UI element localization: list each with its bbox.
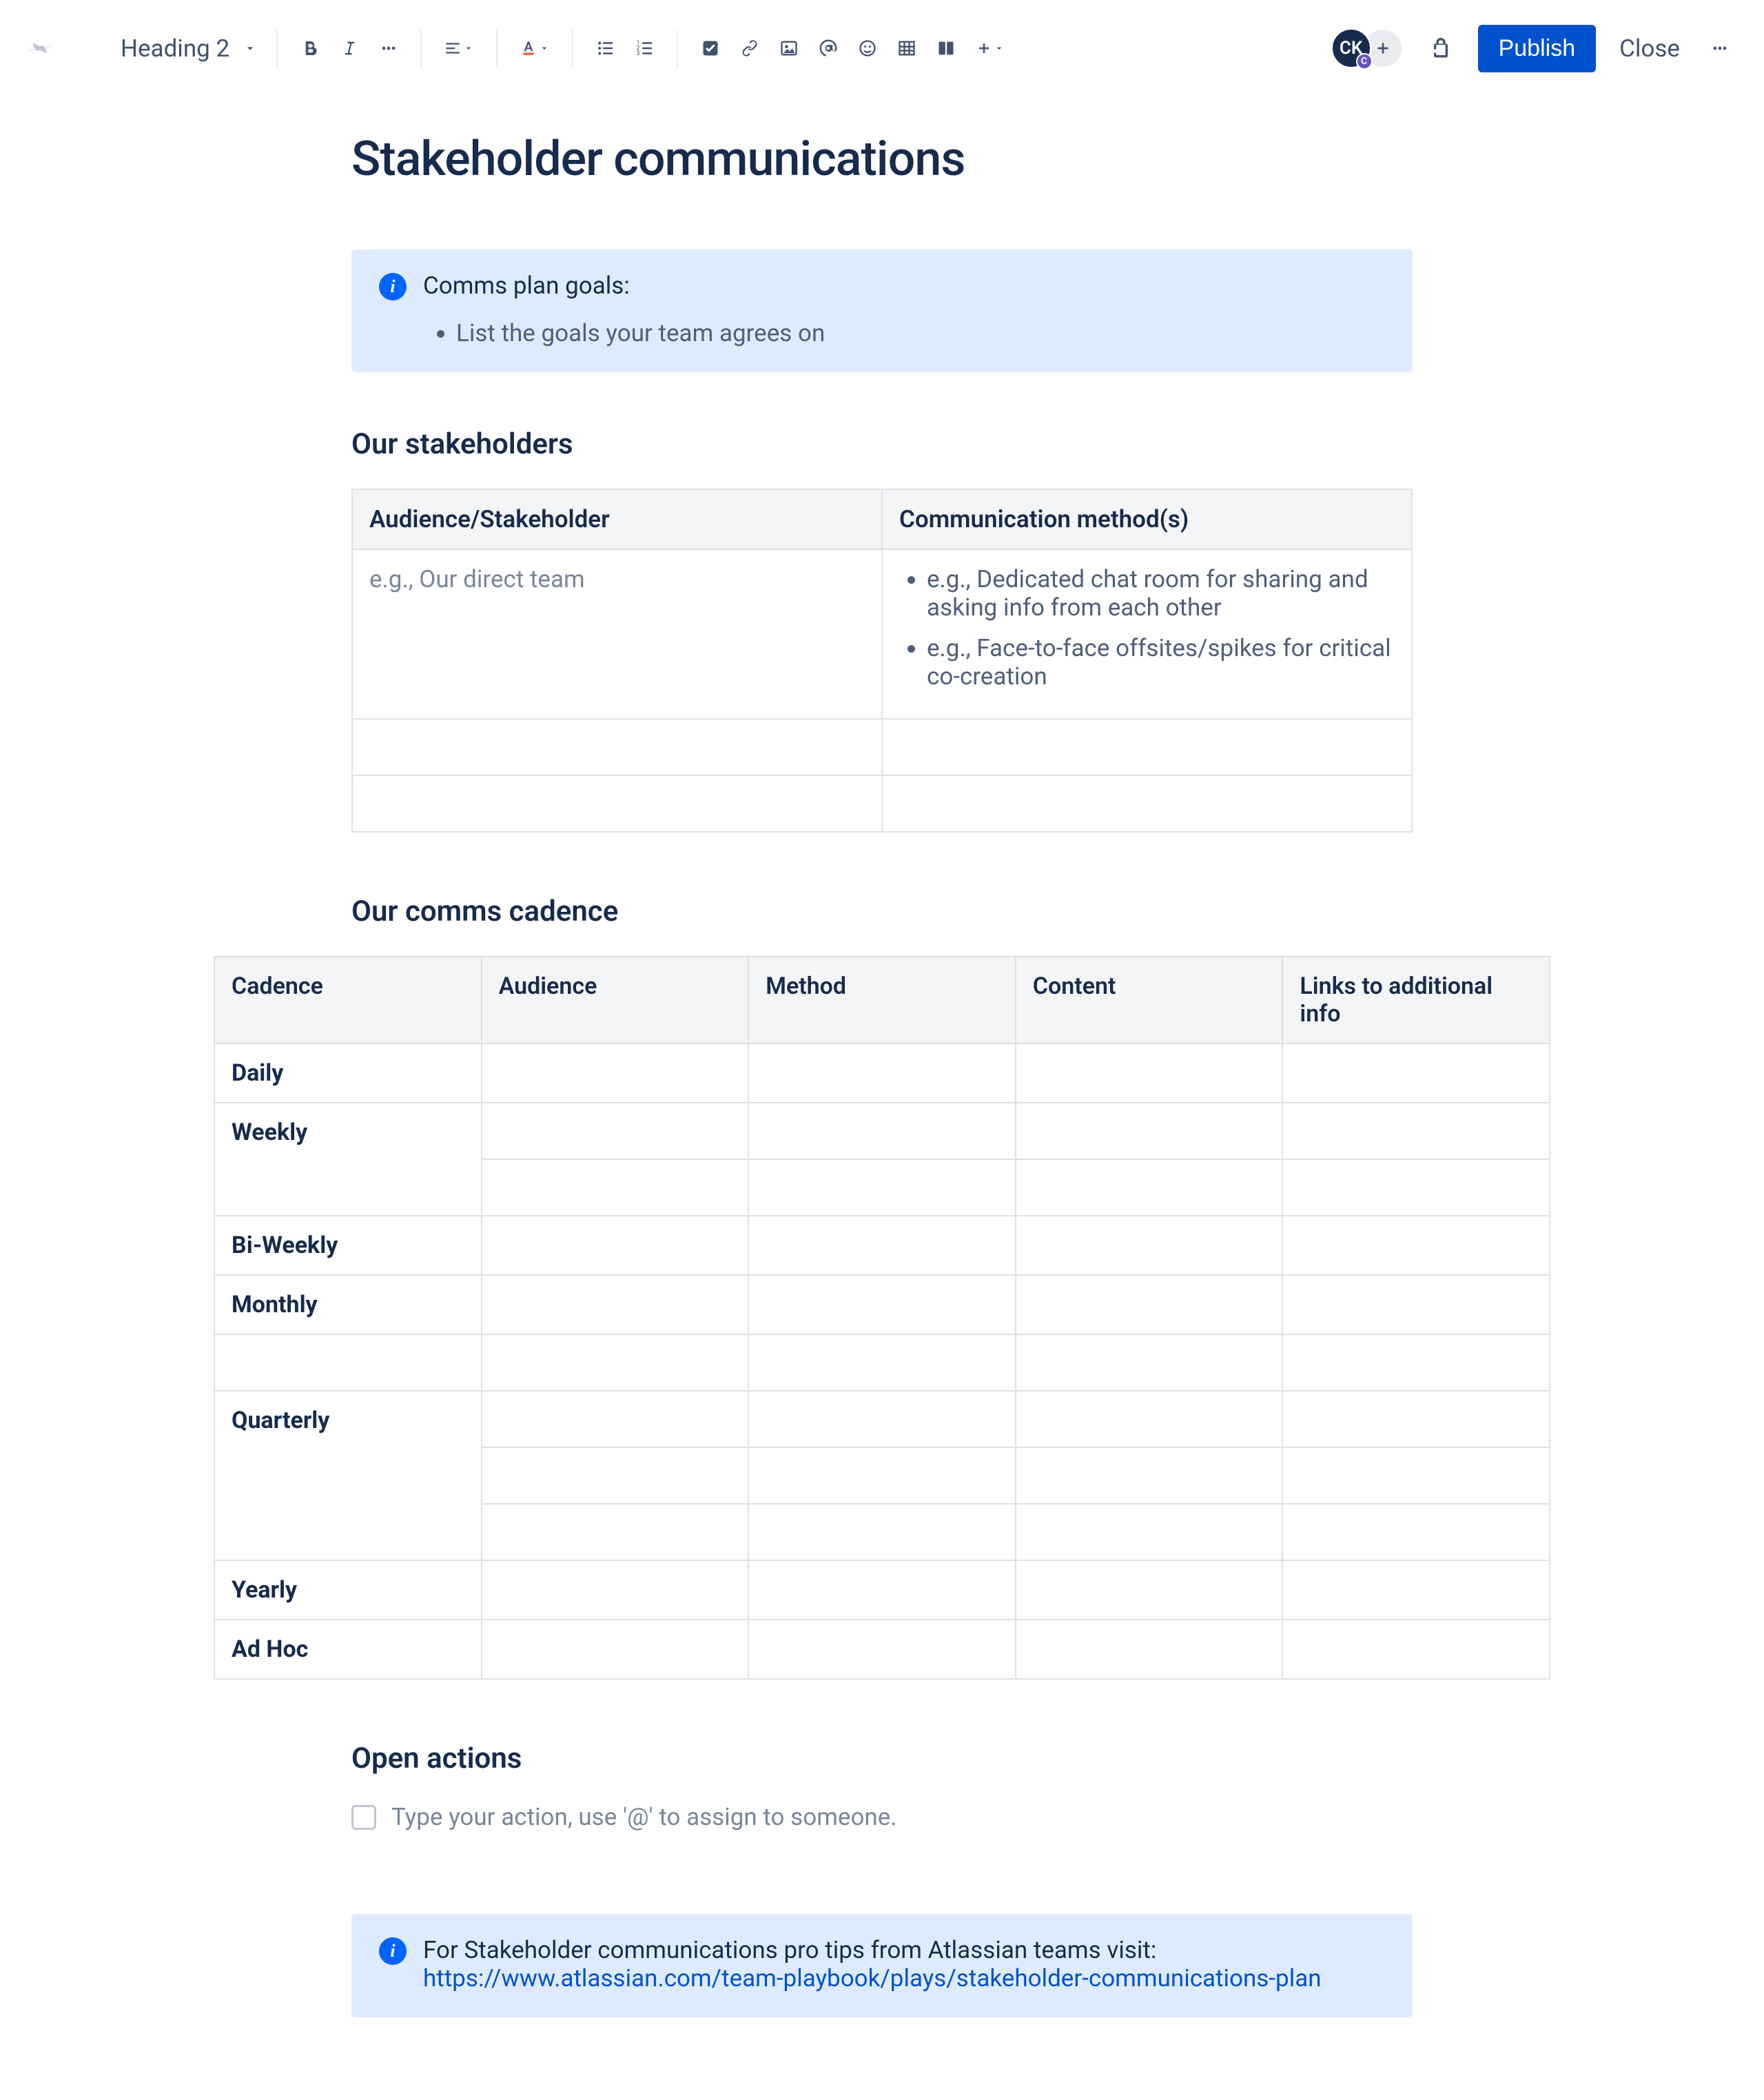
italic-button[interactable] xyxy=(329,29,369,68)
method-item: e.g., Face-to-face offsites/spikes for c… xyxy=(927,634,1395,691)
image-button[interactable] xyxy=(769,29,808,68)
confluence-logo xyxy=(21,30,59,68)
toolbar-separator xyxy=(572,30,573,68)
heading-style-selector[interactable]: Heading 2 xyxy=(114,34,264,63)
user-avatar[interactable]: CK C xyxy=(1331,28,1372,69)
toolbar-separator xyxy=(420,30,422,68)
table-row[interactable] xyxy=(352,719,1412,775)
table-header: Audience/Stakeholder xyxy=(352,489,882,549)
toolbar-right-cluster: CK C Publish Close xyxy=(1331,0,1736,96)
text-color-button[interactable] xyxy=(510,29,560,68)
chevron-down-icon xyxy=(463,43,474,54)
info-icon: i xyxy=(379,273,407,300)
info-panel-goals[interactable]: i Comms plan goals: List the goals your … xyxy=(351,249,1413,372)
insert-more-button[interactable] xyxy=(965,29,1015,68)
table-row[interactable] xyxy=(352,775,1412,832)
link-button[interactable] xyxy=(730,29,769,68)
action-item-row[interactable]: Type your action, use '@' to assign to s… xyxy=(351,1803,1413,1831)
table-row[interactable]: Yearly xyxy=(214,1560,1550,1620)
info-panel-footer[interactable]: i For Stakeholder communications pro tip… xyxy=(351,1914,1413,2017)
stakeholders-table[interactable]: Audience/Stakeholder Communication metho… xyxy=(351,489,1413,833)
page-title[interactable]: Stakeholder communications xyxy=(351,131,1413,187)
avatar-app-badge: C xyxy=(1356,53,1373,70)
close-button[interactable]: Close xyxy=(1612,34,1687,63)
info-panel-goal-item: List the goals your team agrees on xyxy=(456,319,825,347)
layouts-button[interactable] xyxy=(926,29,965,68)
emoji-button[interactable] xyxy=(848,29,887,68)
svg-text:3: 3 xyxy=(636,50,639,57)
collaborators: CK C xyxy=(1331,28,1404,69)
audience-cell[interactable]: e.g., Our direct team xyxy=(352,549,882,719)
open-actions-heading[interactable]: Open actions xyxy=(351,1742,1413,1775)
action-placeholder: Type your action, use '@' to assign to s… xyxy=(391,1803,897,1831)
table-row[interactable]: Ad Hoc xyxy=(214,1620,1550,1679)
table-row[interactable]: Bi-Weekly xyxy=(214,1216,1550,1275)
numbered-list-button[interactable]: 123 xyxy=(625,29,664,68)
methods-cell[interactable]: e.g., Dedicated chat room for sharing an… xyxy=(882,549,1412,719)
info-icon: i xyxy=(379,1937,407,1965)
editor-toolbar: Heading 2 123 xyxy=(0,0,1764,96)
table-button[interactable] xyxy=(887,29,926,68)
table-row[interactable] xyxy=(214,1334,1550,1391)
checkbox-icon[interactable] xyxy=(351,1805,376,1830)
toolbar-separator xyxy=(276,30,278,68)
table-header: Cadence xyxy=(214,957,482,1043)
bold-button[interactable] xyxy=(290,29,329,68)
bullet-list-button[interactable] xyxy=(586,29,625,68)
chevron-down-icon xyxy=(539,43,550,54)
alignment-button[interactable] xyxy=(434,29,484,68)
table-header: Communication method(s) xyxy=(882,489,1412,549)
heading-style-label: Heading 2 xyxy=(121,34,229,63)
chevron-down-icon xyxy=(994,43,1005,54)
cadence-heading[interactable]: Our comms cadence xyxy=(351,895,1413,928)
footer-link[interactable]: https://www.atlassian.com/team-playbook/… xyxy=(423,1964,1322,1992)
page-content: Stakeholder communications i Comms plan … xyxy=(351,131,1413,2017)
more-actions-button[interactable] xyxy=(1703,39,1736,58)
table-row[interactable]: e.g., Our direct team e.g., Dedicated ch… xyxy=(352,549,1412,719)
restrictions-button[interactable] xyxy=(1427,34,1455,62)
table-header: Audience xyxy=(482,957,749,1043)
mention-button[interactable] xyxy=(808,29,848,68)
table-row[interactable]: Quarterly xyxy=(214,1391,1550,1447)
footer-text: For Stakeholder communications pro tips … xyxy=(423,1936,1156,1964)
table-header: Content xyxy=(1016,957,1283,1043)
table-header: Links to additional info xyxy=(1282,957,1550,1043)
stakeholders-heading[interactable]: Our stakeholders xyxy=(351,427,1413,461)
method-item: e.g., Dedicated chat room for sharing an… xyxy=(927,565,1395,622)
chevron-down-icon xyxy=(243,41,257,55)
more-formatting-button[interactable] xyxy=(369,29,408,68)
toolbar-separator xyxy=(677,30,678,68)
cadence-table[interactable]: Cadence Audience Method Content Links to… xyxy=(214,956,1550,1680)
table-row[interactable]: Daily xyxy=(214,1043,1550,1103)
action-item-button[interactable] xyxy=(690,29,730,68)
table-row[interactable]: Weekly xyxy=(214,1103,1550,1159)
table-header: Method xyxy=(748,957,1016,1043)
publish-button[interactable]: Publish xyxy=(1478,25,1597,72)
table-row[interactable]: Monthly xyxy=(214,1275,1550,1334)
info-panel-title: Comms plan goals: xyxy=(423,272,825,300)
toolbar-separator xyxy=(496,30,498,68)
